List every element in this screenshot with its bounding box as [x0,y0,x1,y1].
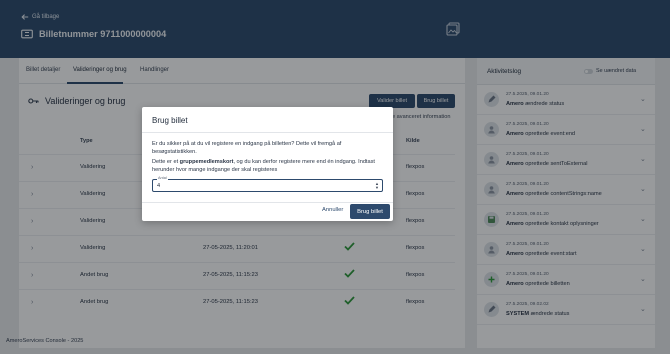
group-text-start: Dette er et [152,159,180,165]
dialog-divider [142,132,393,133]
quantity-label: Antal [157,176,168,180]
quantity-field[interactable]: Antal ▲▼ [152,176,383,192]
cancel-button[interactable]: Annuller [322,207,343,213]
dialog-title: Brug billet [152,116,188,125]
dialog-group-text: Dette er et gruppemedlemskort, og du kan… [152,158,386,174]
group-card-term: gruppemedlemskort [179,159,234,165]
stepper-arrows-icon[interactable]: ▲ ▼ [374,182,380,190]
dialog-footer-divider [142,202,393,203]
confirm-use-button[interactable]: Brug billet [350,204,390,219]
dialog-confirm-text: Er du sikker på at du vil registere en i… [152,141,342,156]
quantity-input[interactable] [157,182,367,190]
use-ticket-dialog: Brug billet Er du sikker på at du vil re… [142,107,393,221]
